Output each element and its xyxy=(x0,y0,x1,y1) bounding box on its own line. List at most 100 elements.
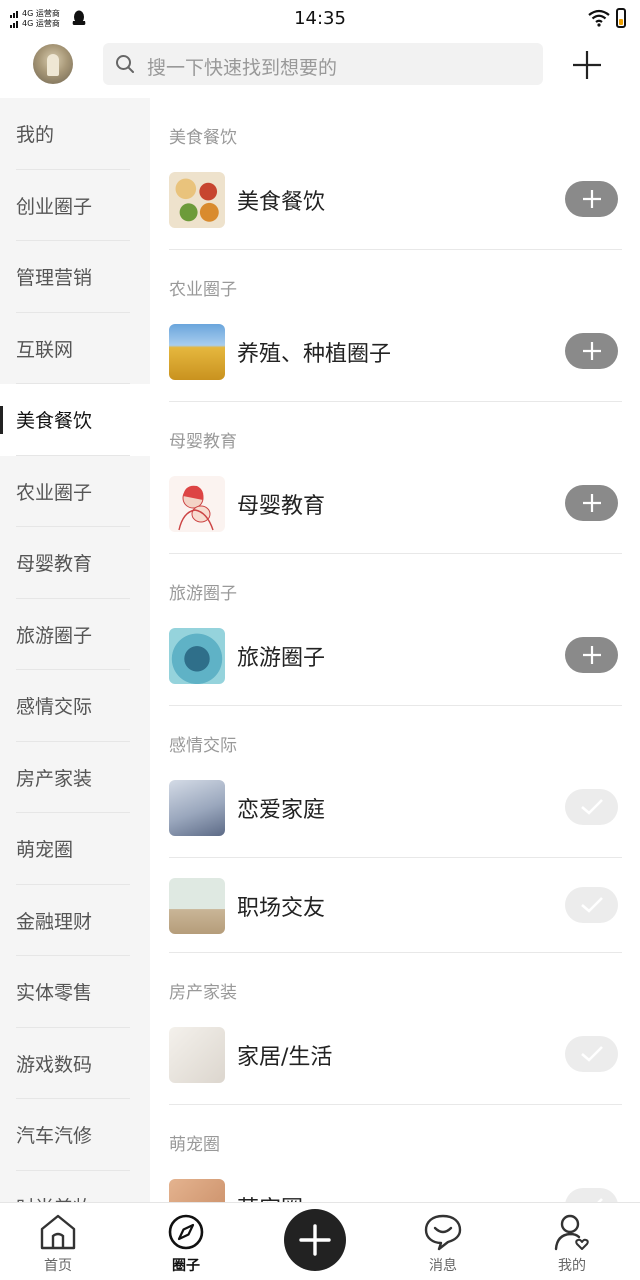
sidebar-item-label: 创业圈子 xyxy=(16,195,93,218)
join-button[interactable] xyxy=(565,181,618,217)
bottom-nav: 首页 圈子 消息 我的 xyxy=(0,1202,640,1280)
sidebar-item-label: 互联网 xyxy=(16,338,74,361)
battery-icon xyxy=(616,8,626,28)
list-item[interactable]: 母婴教育 xyxy=(150,470,640,554)
joined-button[interactable] xyxy=(565,789,618,825)
sidebar-item-label: 旅游圈子 xyxy=(16,624,93,647)
sidebar-item-fashion[interactable]: 时尚美妆 xyxy=(0,1171,150,1202)
sidebar-item-label: 游戏数码 xyxy=(16,1053,93,1076)
sidebar-item-food[interactable]: 美食餐饮 xyxy=(0,384,150,456)
joined-button[interactable] xyxy=(565,1188,618,1202)
sidebar-item-label: 美食餐饮 xyxy=(16,410,93,433)
sidebar-item-label: 管理营销 xyxy=(16,267,93,290)
circle-thumbnail xyxy=(169,878,225,934)
list-item[interactable]: 家居/生活 xyxy=(150,1021,640,1105)
nav-label: 圈子 xyxy=(172,1258,200,1274)
chat-icon xyxy=(424,1214,462,1251)
joined-button[interactable] xyxy=(565,1036,618,1072)
avatar[interactable] xyxy=(33,44,73,84)
sidebar-item-mine[interactable]: 我的 xyxy=(0,98,150,170)
add-circle-button[interactable] xyxy=(570,48,604,82)
circle-thumbnail xyxy=(169,1179,225,1202)
circle-name: 美食餐饮 xyxy=(237,190,326,215)
list-item[interactable]: 旅游圈子 xyxy=(150,622,640,706)
section-title: 美食餐饮 xyxy=(169,128,237,148)
nav-label: 首页 xyxy=(44,1258,72,1274)
mother-baby-illustration xyxy=(178,485,214,531)
sidebar-item-startup[interactable]: 创业圈子 xyxy=(0,170,150,242)
sidebar-item-label: 时尚美妆 xyxy=(16,1193,92,1202)
plus-icon xyxy=(582,494,601,512)
nav-label: 消息 xyxy=(429,1258,457,1274)
sidebar-item-internet[interactable]: 互联网 xyxy=(0,313,150,385)
sidebar-item-label: 房产家装 xyxy=(16,767,93,790)
sidebar-item-label: 汽车汽修 xyxy=(16,1125,93,1148)
sidebar-item-label: 农业圈子 xyxy=(16,481,93,504)
sidebar-item-label: 萌宠圈 xyxy=(16,839,74,862)
circle-name: 恋爱家庭 xyxy=(237,798,326,823)
category-sidebar: 我的 创业圈子 管理营销 互联网 美食餐饮 农业圈子 母婴教育 旅游圈子 感情交… xyxy=(0,98,150,1202)
join-button[interactable] xyxy=(565,637,618,673)
sidebar-item-label: 金融理财 xyxy=(16,910,93,933)
circle-name: 职场交友 xyxy=(237,896,326,921)
section-title: 房产家装 xyxy=(169,983,237,1003)
circle-name: 母婴教育 xyxy=(237,494,326,519)
nav-messages[interactable]: 消息 xyxy=(403,1213,483,1275)
list-item[interactable]: 职场交友 xyxy=(150,858,640,953)
nav-home[interactable]: 首页 xyxy=(18,1213,98,1275)
list-item[interactable]: 美食餐饮 xyxy=(150,166,640,250)
join-button[interactable] xyxy=(565,333,618,369)
wifi-icon xyxy=(588,9,610,27)
check-icon xyxy=(580,799,603,815)
sidebar-item-pets[interactable]: 萌宠圈 xyxy=(0,813,150,885)
sidebar-item-label: 实体零售 xyxy=(16,982,93,1005)
header: 搜一下快速找到想要的 xyxy=(0,38,640,98)
sidebar-item-auto[interactable]: 汽车汽修 xyxy=(0,1099,150,1171)
sidebar-item-relationships[interactable]: 感情交际 xyxy=(0,670,150,742)
status-time: 14:35 xyxy=(294,8,346,29)
sidebar-item-label: 我的 xyxy=(16,124,55,147)
add-icon xyxy=(299,1224,331,1256)
circle-name: 萌宠圈 xyxy=(237,1191,303,1202)
circle-name: 养殖、种植圈子 xyxy=(237,342,392,367)
circle-thumbnail xyxy=(169,172,225,228)
sidebar-item-travel[interactable]: 旅游圈子 xyxy=(0,599,150,671)
search-placeholder: 搜一下快速找到想要的 xyxy=(147,57,338,79)
check-icon xyxy=(580,1046,603,1062)
sidebar-item-gaming[interactable]: 游戏数码 xyxy=(0,1028,150,1100)
list-item[interactable]: 萌宠圈 xyxy=(150,1173,640,1202)
nav-profile[interactable]: 我的 xyxy=(532,1213,612,1275)
sidebar-item-agriculture[interactable]: 农业圈子 xyxy=(0,456,150,528)
section-title: 萌宠圈 xyxy=(169,1135,220,1155)
circle-thumbnail xyxy=(169,628,225,684)
circle-list: 美食餐饮 美食餐饮 农业圈子 养殖、种植圈子 母婴教育 母婴教育 旅游圈子 旅游… xyxy=(150,98,640,1202)
sidebar-item-parenting[interactable]: 母婴教育 xyxy=(0,527,150,599)
plus-icon xyxy=(582,190,601,208)
nav-label: 我的 xyxy=(558,1258,586,1274)
circle-thumbnail xyxy=(169,1027,225,1083)
joined-button[interactable] xyxy=(565,887,618,923)
sidebar-item-retail[interactable]: 实体零售 xyxy=(0,956,150,1028)
sidebar-item-real-estate[interactable]: 房产家装 xyxy=(0,742,150,814)
plus-icon xyxy=(582,646,601,664)
sidebar-item-label: 感情交际 xyxy=(16,696,93,719)
status-bar: 4G 运营商 4G 运营商 14:35 xyxy=(0,0,640,38)
search-input[interactable]: 搜一下快速找到想要的 xyxy=(103,43,543,85)
list-item[interactable]: 养殖、种植圈子 xyxy=(150,318,640,402)
sidebar-item-finance[interactable]: 金融理财 xyxy=(0,885,150,957)
join-button[interactable] xyxy=(565,485,618,521)
circle-thumbnail xyxy=(169,476,225,532)
compass-icon xyxy=(168,1214,204,1250)
circle-name: 旅游圈子 xyxy=(237,646,326,671)
section-title: 感情交际 xyxy=(169,736,237,756)
circle-thumbnail xyxy=(169,324,225,380)
circle-thumbnail xyxy=(169,780,225,836)
sidebar-item-management[interactable]: 管理营销 xyxy=(0,241,150,313)
section-title: 旅游圈子 xyxy=(169,584,237,604)
nav-circles[interactable]: 圈子 xyxy=(146,1213,226,1275)
search-icon xyxy=(116,55,134,73)
publish-button[interactable] xyxy=(284,1209,346,1271)
section-title: 农业圈子 xyxy=(169,280,237,300)
list-item[interactable]: 恋爱家庭 xyxy=(150,774,640,858)
sidebar-item-label: 母婴教育 xyxy=(16,553,93,576)
